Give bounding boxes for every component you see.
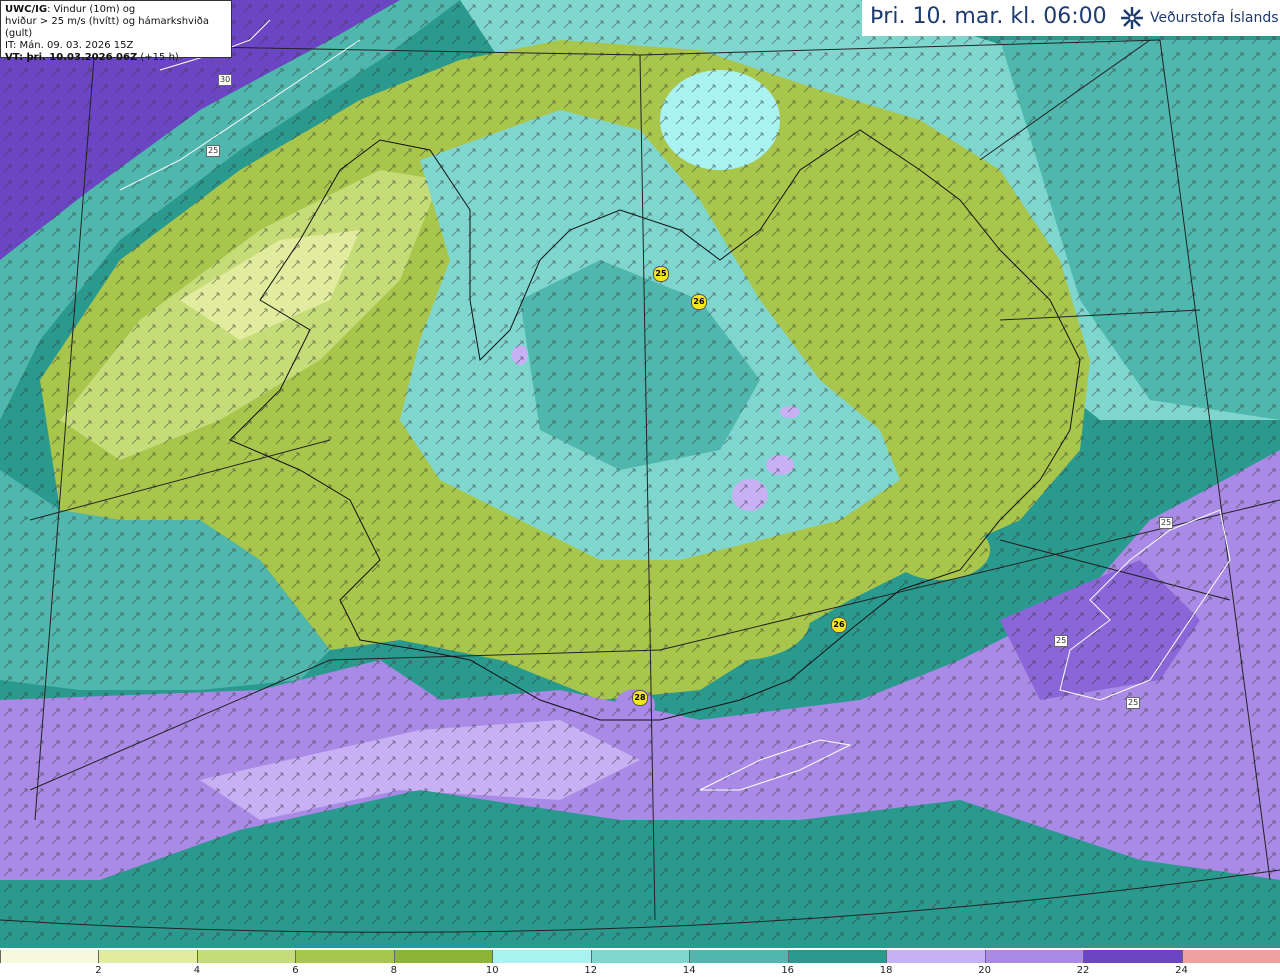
legend-swatch [295, 950, 394, 963]
legend-tick-label: 6 [292, 965, 299, 976]
legend-tick-label: 4 [193, 965, 201, 976]
legend-tick-label: 16 [781, 965, 795, 976]
legend-tick-label: 20 [978, 965, 991, 976]
max-gust-marker: 26 [691, 294, 707, 310]
vedurstofa-logo[interactable]: Veðurstofa Íslands [1118, 5, 1279, 31]
isoline-label: 30 [218, 74, 233, 86]
title-banner: Þri. 10. mar. kl. 06:00 Veðurstofa Íslan… [862, 0, 1280, 36]
max-gust-marker: 28 [632, 690, 648, 706]
lead-time: (+15 h) [137, 52, 179, 63]
legend-swatch [1181, 950, 1280, 963]
legend-tick-label: 2 [95, 965, 102, 976]
legend-swatch [98, 950, 197, 963]
logo-text: Veðurstofa Íslands [1150, 10, 1279, 26]
isoline-label: 25 [1054, 635, 1069, 647]
vedurstofa-logo-icon [1121, 7, 1143, 29]
legend-swatch [984, 950, 1084, 963]
isoline-label: 25 [206, 145, 221, 157]
legend-tick-label: 22 [1076, 965, 1090, 976]
valid-time: VT: þri. 10.03.2026 06Z [5, 52, 138, 63]
legend-tick-label: 10 [485, 965, 499, 976]
legend-tick-label: 14 [682, 965, 696, 976]
legend-tick-label: 8 [390, 965, 398, 976]
isoline-label: 25 [1159, 517, 1174, 529]
max-gust-marker: 25 [653, 266, 669, 282]
model-name: UWC/IG [5, 4, 48, 15]
legend-tick-label: 12 [584, 965, 598, 976]
legend-swatch [886, 950, 985, 963]
legend-tick-label: 24 [1175, 965, 1188, 976]
color-legend: 2 4 6 8 10 12 14 16 18 20 22 24 [0, 948, 1280, 978]
product-description-2: hviður > 25 m/s (hvítt) og hámarkshviða … [5, 16, 209, 39]
legend-swatch [689, 950, 788, 963]
legend-swatch [196, 950, 296, 963]
max-gust-marker: 26 [831, 617, 847, 633]
legend-swatch [787, 950, 887, 963]
legend-swatch [1083, 950, 1182, 963]
initial-time: IT: Mán. 09. 03. 2026 15Z [5, 40, 134, 51]
legend-swatch [393, 950, 493, 963]
legend-tick-label: 18 [879, 965, 893, 976]
legend-swatch [590, 950, 690, 963]
isoline-label: 25 [1126, 697, 1141, 709]
legend-swatch [0, 950, 99, 963]
wind-map [0, 0, 1280, 948]
forecast-time-title: Þri. 10. mar. kl. 06:00 [870, 4, 1107, 29]
legend-swatch [492, 950, 591, 963]
product-description: : Vindur (10m) og [47, 4, 136, 15]
forecast-info-box: UWC/IG: Vindur (10m) og hviður > 25 m/s … [0, 0, 232, 63]
